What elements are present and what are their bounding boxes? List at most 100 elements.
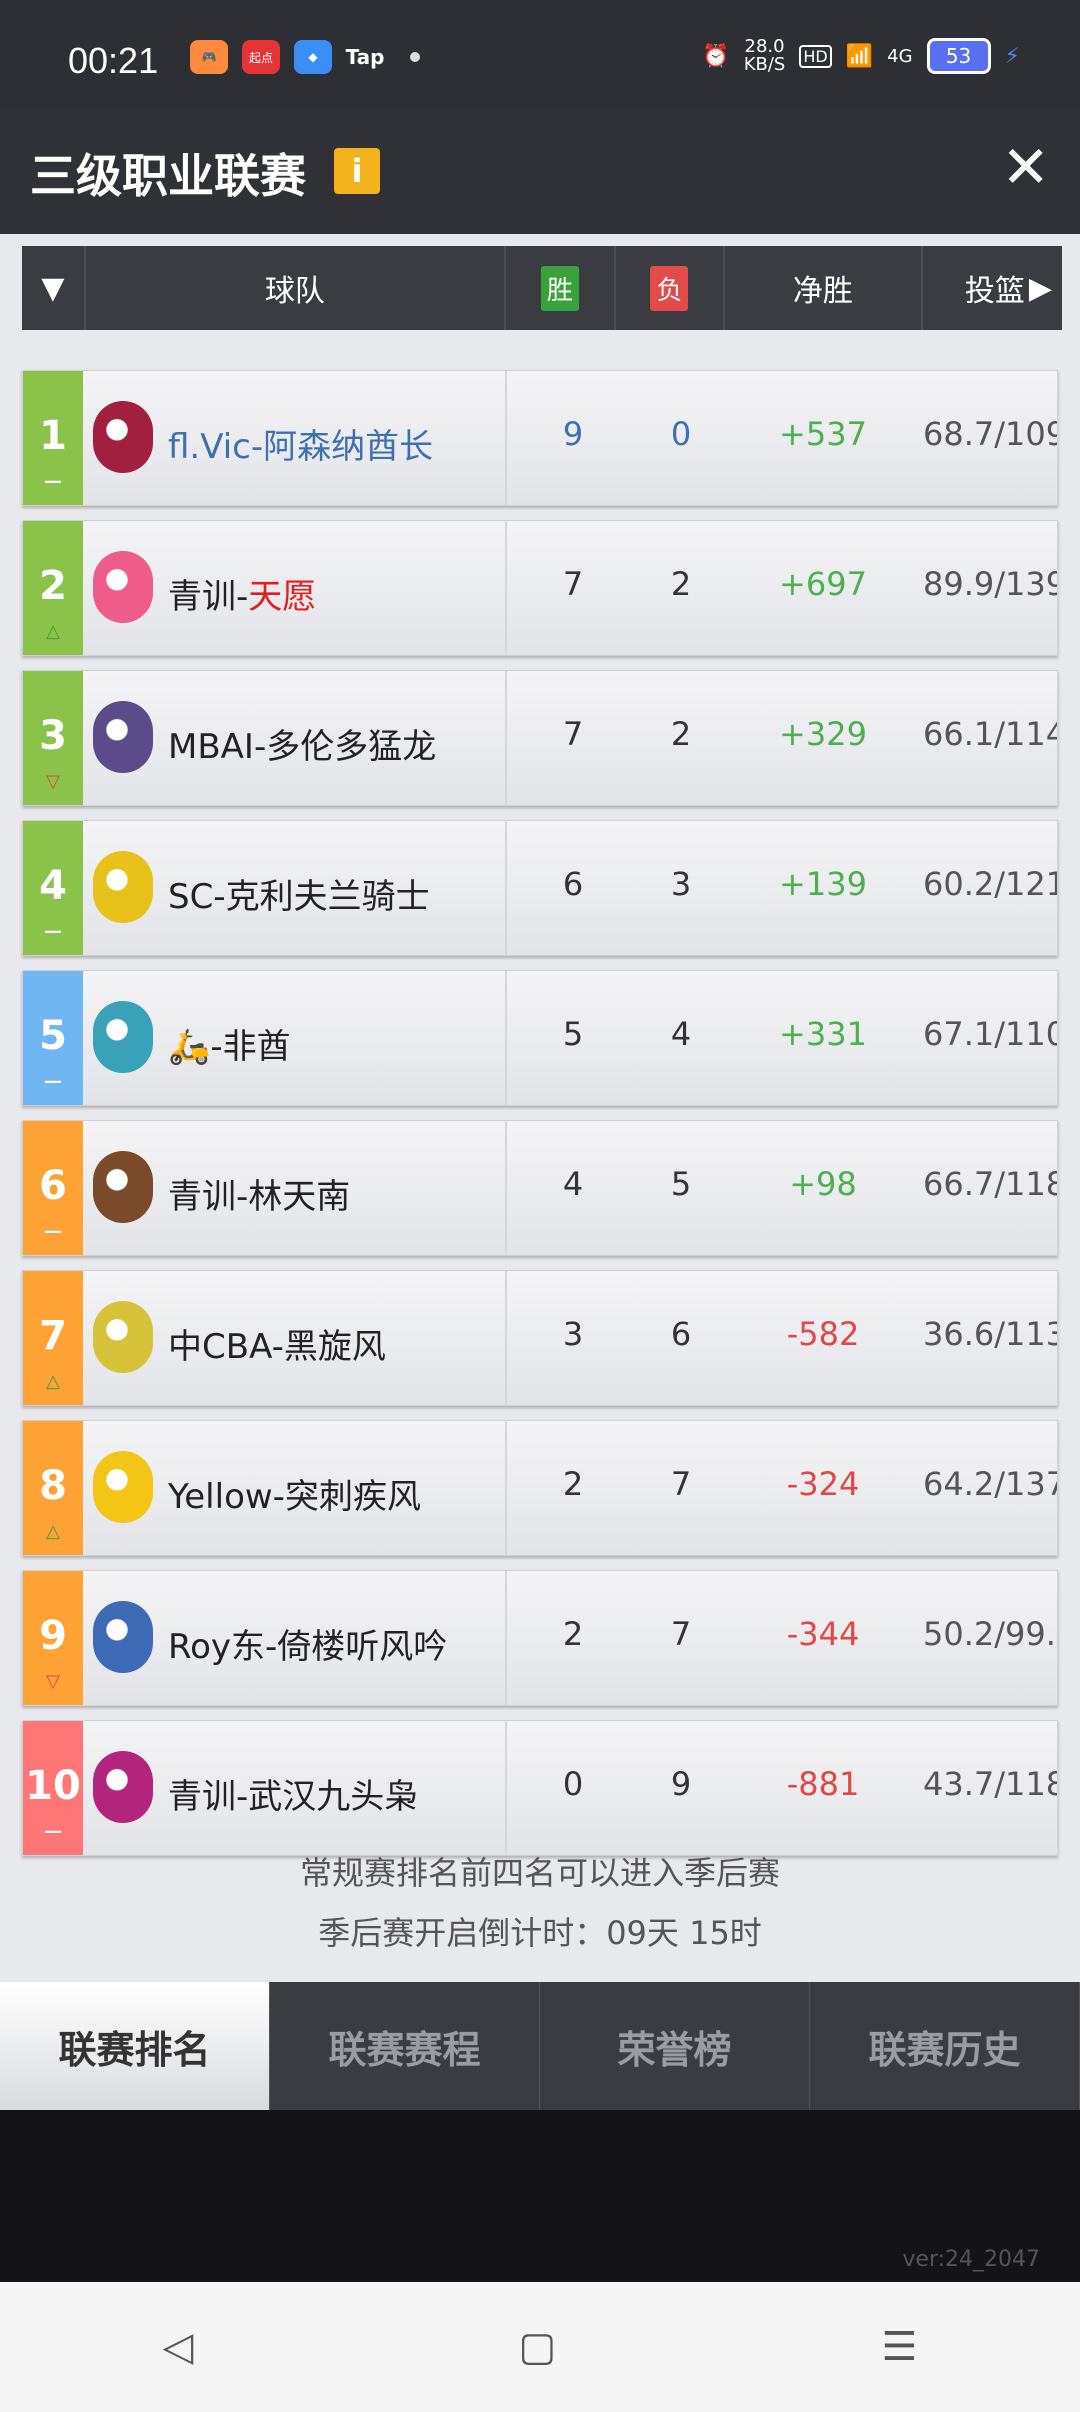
team-name: Roy东-倚楼听风吟 xyxy=(168,1619,447,1668)
team-name-text: fl.Vic-阿森纳酋长 xyxy=(168,427,434,467)
rank-trend-icon: ▽ xyxy=(46,1671,60,1692)
column-divider xyxy=(505,971,507,1105)
team-logo xyxy=(93,701,153,773)
rank-trend-icon: ▽ xyxy=(46,771,60,792)
rank-trend-icon: — xyxy=(44,921,62,942)
page-title: 三级职业联赛 xyxy=(30,149,306,203)
team-name: 中CBA-黑旋风 xyxy=(168,1319,386,1368)
table-row[interactable]: 9 ▽ Roy东-倚楼听风吟 2 7 -344 50.2/99. xyxy=(22,1570,1058,1706)
team-name: 青训-天愿 xyxy=(168,569,316,618)
header-shoot-label: 投篮 xyxy=(964,274,1025,309)
team-net: +697 xyxy=(779,565,867,603)
team-logo xyxy=(93,851,153,923)
team-name-text: 青训-武汉九头枭 xyxy=(168,1777,419,1817)
home-icon[interactable]: ▢ xyxy=(519,2324,557,2370)
team-net: -881 xyxy=(786,1765,860,1803)
team-logo xyxy=(93,1451,153,1523)
team-losses: 5 xyxy=(670,1165,692,1203)
more-notifications-dot xyxy=(410,52,420,62)
tab-honor-board[interactable]: 荣誉榜 xyxy=(540,1982,810,2110)
team-name-suffix: 天愿 xyxy=(248,577,317,617)
team-shooting: 67.1/110 xyxy=(923,1015,1057,1053)
rank-cell: 1 — xyxy=(23,371,83,505)
rank-trend-icon: △ xyxy=(46,621,60,642)
status-bar: 00:21 🎮 起点 ◆ Tap ⏰ 28.0 KB/S HD 📶 4G 53 … xyxy=(0,0,1080,108)
team-losses: 7 xyxy=(670,1465,692,1503)
rank-cell: 8 △ xyxy=(23,1421,83,1555)
table-row[interactable]: 5 — 🛵-非酋 5 4 +331 67.1/110 xyxy=(22,970,1058,1106)
team-logo xyxy=(93,551,153,623)
team-logo xyxy=(93,401,153,473)
blurred-footer: ver:24_2047 xyxy=(0,2110,1080,2282)
standings-panel: ▼ 球队 胜 负 净胜 投篮 ▶ 1 — fl.Vic-阿森纳酋长 9 0 +5… xyxy=(0,234,1080,1982)
loss-badge: 负 xyxy=(650,265,689,311)
rank-cell: 5 — xyxy=(23,971,83,1105)
team-wins: 7 xyxy=(562,565,584,603)
table-row[interactable]: 2 △ 青训-天愿 7 2 +697 89.9/139 xyxy=(22,520,1058,656)
team-net: +139 xyxy=(779,865,867,903)
team-wins: 0 xyxy=(562,1765,584,1803)
team-wins: 4 xyxy=(562,1165,584,1203)
team-net: +329 xyxy=(779,715,867,753)
rank-number: 8 xyxy=(39,1463,67,1509)
team-shooting: 64.2/137 xyxy=(923,1465,1057,1503)
table-header: ▼ 球队 胜 负 净胜 投篮 ▶ xyxy=(22,246,1062,330)
table-row[interactable]: 7 △ 中CBA-黑旋风 3 6 -582 36.6/113 xyxy=(22,1270,1058,1406)
column-divider xyxy=(505,1721,507,1855)
table-row[interactable]: 4 — SC-克利夫兰骑士 6 3 +139 60.2/121 xyxy=(22,820,1058,956)
tab-league-history[interactable]: 联赛历史 xyxy=(810,1982,1080,2110)
status-app-icons: 🎮 起点 ◆ Tap xyxy=(190,40,420,74)
info-icon[interactable]: i xyxy=(334,148,380,194)
table-row[interactable]: 1 — fl.Vic-阿森纳酋长 9 0 +537 68.7/109 xyxy=(22,370,1058,506)
table-row[interactable]: 10 — 青训-武汉九头枭 0 9 -881 43.7/118 xyxy=(22,1720,1058,1856)
team-logo xyxy=(93,1601,153,1673)
team-losses: 0 xyxy=(670,415,692,453)
header-win[interactable]: 胜 xyxy=(506,246,616,330)
menu-icon[interactable]: ☰ xyxy=(882,2324,918,2370)
rank-trend-icon: — xyxy=(44,1071,62,1092)
rank-trend-icon: △ xyxy=(46,1371,60,1392)
rank-number: 9 xyxy=(39,1613,67,1659)
net-speed-unit: KB/S xyxy=(743,54,786,75)
team-net: -324 xyxy=(786,1465,860,1503)
title-bar: 三级职业联赛 i ✕ xyxy=(0,108,1080,234)
rank-number: 5 xyxy=(39,1013,67,1059)
table-row[interactable]: 8 △ Yellow-突刺疾风 2 7 -324 64.2/137 xyxy=(22,1420,1058,1556)
team-net: +98 xyxy=(789,1165,857,1203)
table-row[interactable]: 6 — 青训-林天南 4 5 +98 66.7/118 xyxy=(22,1120,1058,1256)
alarm-icon: ⏰ xyxy=(702,43,730,69)
column-divider xyxy=(505,371,507,505)
tab-league-ranking[interactable]: 联赛排名 xyxy=(0,1982,270,2110)
team-logo xyxy=(93,1301,153,1373)
playoff-countdown: 季后赛开启倒计时：09天 15时 xyxy=(318,1914,762,1952)
team-logo xyxy=(93,1151,153,1223)
battery-icon: 53 xyxy=(926,38,991,74)
scroll-right-icon[interactable]: ▶ xyxy=(1029,271,1052,306)
rank-cell: 10 — xyxy=(23,1721,83,1855)
sort-dropdown-icon[interactable]: ▼ xyxy=(22,246,86,330)
back-icon[interactable]: ◁ xyxy=(163,2324,194,2370)
rank-trend-icon: — xyxy=(44,1221,62,1242)
team-name: 🛵-非酋 xyxy=(168,1019,291,1068)
rank-cell: 6 — xyxy=(23,1121,83,1255)
team-losses: 7 xyxy=(670,1615,692,1653)
team-name-text: Roy东-倚楼听风吟 xyxy=(168,1627,448,1667)
team-shooting: 66.1/114 xyxy=(923,715,1057,753)
table-row[interactable]: 3 ▽ MBAI-多伦多猛龙 7 2 +329 66.1/114 xyxy=(22,670,1058,806)
header-shoot[interactable]: 投篮 ▶ xyxy=(923,246,1062,330)
team-losses: 6 xyxy=(670,1315,692,1353)
header-net[interactable]: 净胜 xyxy=(725,246,923,330)
close-icon[interactable]: ✕ xyxy=(1001,138,1050,196)
rank-number: 1 xyxy=(39,413,67,459)
team-wins: 9 xyxy=(562,415,584,453)
team-net: +537 xyxy=(779,415,867,453)
playoff-note: 常规赛排名前四名可以进入季后赛 xyxy=(299,1854,780,1892)
tab-league-schedule[interactable]: 联赛赛程 xyxy=(270,1982,540,2110)
team-wins: 7 xyxy=(562,715,584,753)
tap-app-icon: Tap xyxy=(345,45,385,69)
team-name-text: SC-克利夫兰骑士 xyxy=(168,877,430,917)
team-shooting: 89.9/139 xyxy=(923,565,1057,603)
rank-cell: 9 ▽ xyxy=(23,1571,83,1705)
header-loss[interactable]: 负 xyxy=(616,246,726,330)
column-divider xyxy=(505,521,507,655)
